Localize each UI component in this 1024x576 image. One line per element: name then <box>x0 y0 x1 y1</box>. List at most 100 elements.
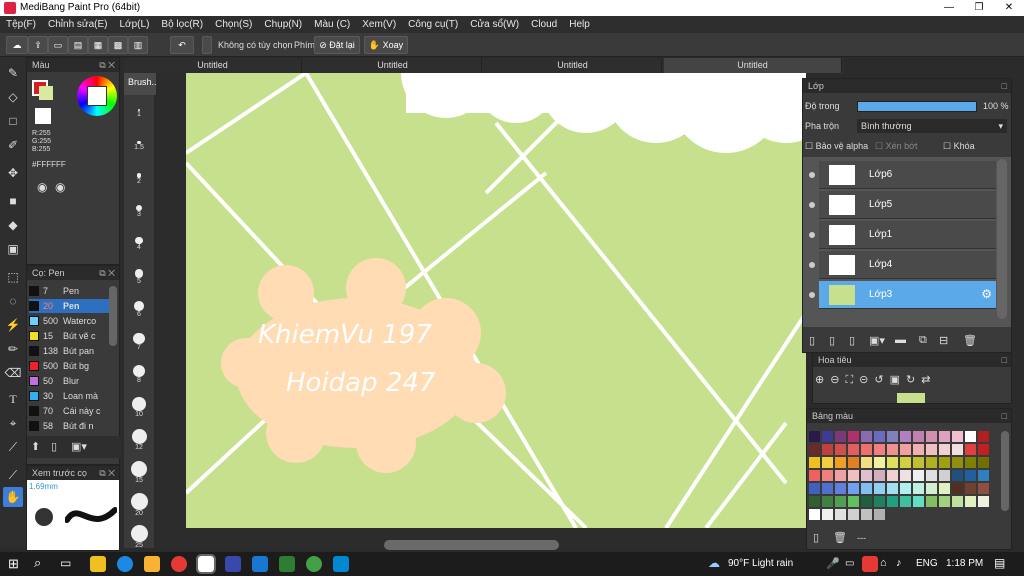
pen-tool-icon[interactable]: ✐ <box>3 135 23 155</box>
grid-icon[interactable]: ▩ <box>108 36 128 54</box>
palette-swatch[interactable] <box>809 444 820 455</box>
chrome-icon[interactable] <box>171 556 187 572</box>
palette-swatch[interactable] <box>861 509 872 520</box>
weather-icon[interactable]: ☁ <box>708 556 720 570</box>
background-color-swatch[interactable] <box>39 86 53 100</box>
new-layer-icon[interactable]: ▯ <box>809 334 815 347</box>
layer-row[interactable]: Lớp5 <box>809 191 996 219</box>
palette-swatch[interactable] <box>939 444 950 455</box>
brush-size-option[interactable]: 10 <box>124 397 154 418</box>
flip-icon[interactable]: ⇄ <box>921 374 936 386</box>
palette-swatch[interactable] <box>874 444 885 455</box>
reset-view-icon[interactable]: ▣ <box>890 374 906 386</box>
fill-rect-tool-icon[interactable]: ■ <box>3 191 23 211</box>
brush-list-item[interactable]: 30 Loan mà <box>29 389 109 403</box>
menu-cloud[interactable]: Cloud <box>531 19 557 30</box>
menu-file[interactable]: Tệp(F) <box>6 19 36 30</box>
palette-swatch[interactable] <box>900 457 911 468</box>
blend-select[interactable]: Bình thường ▾ <box>857 119 1007 133</box>
palette-swatch[interactable] <box>874 431 885 442</box>
visibility-eye-icon[interactable] <box>809 292 815 298</box>
color-wheel[interactable] <box>77 76 117 116</box>
language-indicator[interactable]: ENG <box>916 558 938 569</box>
palette-swatch[interactable] <box>835 509 846 520</box>
transparent-swatch[interactable] <box>35 108 51 124</box>
brush-list-item[interactable]: 15 Bút vẽ c <box>29 329 109 343</box>
menu-view[interactable]: Xem(V) <box>362 19 396 30</box>
palette-swatch[interactable] <box>978 431 989 442</box>
panel-close-icon[interactable]: □ <box>1002 409 1007 423</box>
folder-app-icon[interactable] <box>144 556 160 572</box>
reset-button[interactable]: ⊘ Đặt lại <box>314 36 360 54</box>
text-tool-icon[interactable]: T <box>3 389 23 409</box>
duplicate-layer-icon[interactable]: ⧉ <box>919 334 927 347</box>
layer-row[interactable]: Lớp6 <box>809 161 996 189</box>
panel-close-icon[interactable]: □ <box>1002 353 1007 367</box>
drawing-canvas[interactable]: KhiemVu 197 Hoidap 247 <box>186 73 806 528</box>
palette-scrollbar[interactable] <box>1001 431 1009 511</box>
palette-swatch[interactable] <box>900 496 911 507</box>
brush-list-item[interactable]: 138 Bút pan <box>29 344 109 358</box>
task-view-icon[interactable]: ▭ <box>60 556 71 570</box>
palette-swatch[interactable] <box>939 496 950 507</box>
brush-size-option[interactable]: 6 <box>124 301 154 318</box>
palette-swatch[interactable] <box>835 457 846 468</box>
palette-swatch[interactable] <box>887 470 898 481</box>
add-brush-icon[interactable]: ⬆ <box>31 440 40 453</box>
palette-swatch[interactable] <box>887 444 898 455</box>
opacity-slider[interactable] <box>857 101 977 112</box>
palette-swatch[interactable] <box>926 496 937 507</box>
palette-swatch[interactable] <box>822 470 833 481</box>
palette-swatch[interactable] <box>900 470 911 481</box>
visibility-eye-icon[interactable] <box>809 262 815 268</box>
eyedropper2-tool-icon[interactable]: ⟋ <box>3 465 23 485</box>
layer-row[interactable]: Lớp4 <box>809 251 996 279</box>
palette-swatch[interactable] <box>887 496 898 507</box>
palette-swatch[interactable] <box>809 509 820 520</box>
eraser-tool-icon[interactable]: ◇ <box>3 87 23 107</box>
bucket-tool-icon[interactable]: ◆ <box>3 215 23 235</box>
brush-list-item[interactable]: 70 Cái này c <box>29 404 109 418</box>
palette-add-icon[interactable]: ◉ <box>55 180 65 194</box>
palette-swatch[interactable] <box>835 444 846 455</box>
brush-size-option[interactable]: 2 <box>124 173 154 185</box>
rotate-left-icon[interactable]: ↺ <box>874 374 889 386</box>
palette-swatch[interactable] <box>861 431 872 442</box>
layout-icon[interactable]: ▥ <box>128 36 148 54</box>
brush-list-item[interactable]: 500 Bút bg <box>29 359 109 373</box>
word-icon[interactable] <box>252 556 268 572</box>
windows-start-icon[interactable]: ⊞ <box>8 556 19 572</box>
menu-filter[interactable]: Bộ lọc(R) <box>161 19 203 30</box>
palette-swatch[interactable] <box>900 483 911 494</box>
panel-close-icon[interactable]: □ <box>1002 79 1007 93</box>
palette-swatch[interactable] <box>835 496 846 507</box>
medibang-taskbar-icon[interactable] <box>196 554 216 574</box>
close-button[interactable]: ✕ <box>994 0 1024 16</box>
fit-icon[interactable]: ⛶ <box>845 374 859 386</box>
palette-swatch[interactable] <box>965 470 976 481</box>
layer-scrollbar[interactable] <box>997 159 1007 319</box>
brush-size-option[interactable]: 4 <box>124 237 154 251</box>
palette-swatch[interactable] <box>848 470 859 481</box>
palette-swatch[interactable] <box>926 431 937 442</box>
palette-swatch[interactable] <box>848 496 859 507</box>
palette-swatch[interactable] <box>835 483 846 494</box>
excel-icon[interactable] <box>279 556 295 572</box>
document-icon[interactable]: ▦ <box>88 36 108 54</box>
menu-edit[interactable]: Chỉnh sửa(E) <box>48 19 108 30</box>
palette-swatch[interactable] <box>952 457 963 468</box>
palette-swatch[interactable] <box>965 457 976 468</box>
gradient-tool-icon[interactable]: ▣ <box>3 239 23 259</box>
palette-swatch[interactable] <box>874 509 885 520</box>
minimize-button[interactable]: — <box>934 0 964 16</box>
palette-swatch[interactable] <box>822 483 833 494</box>
palette-swatch[interactable] <box>861 496 872 507</box>
move-tool-icon[interactable]: ✥ <box>3 163 23 183</box>
palette-swatch[interactable] <box>952 483 963 494</box>
add-palette-icon[interactable]: ▯ <box>813 531 819 544</box>
panel-buttons-icon[interactable]: ⧉ ✕ <box>99 466 115 480</box>
cloud-icon[interactable]: ☁ <box>6 36 28 54</box>
menu-select[interactable]: Chọn(S) <box>215 19 252 30</box>
delete-layer-icon[interactable]: 🗑 <box>963 334 977 347</box>
palette-swatch[interactable] <box>978 496 989 507</box>
